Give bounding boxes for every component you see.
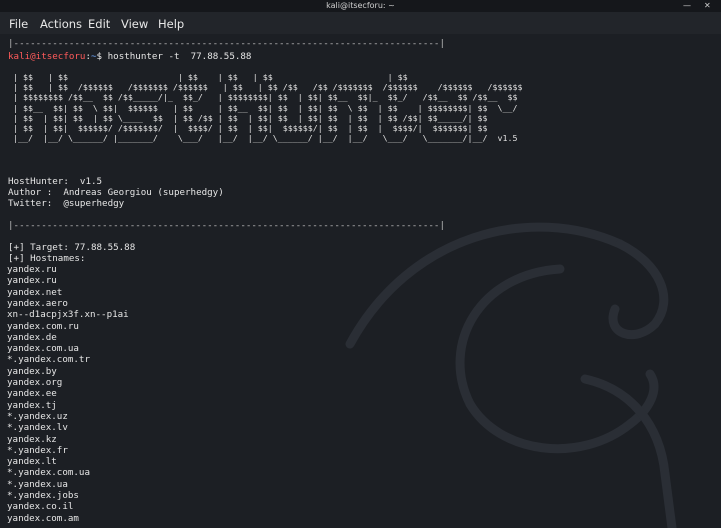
hostname-row: yandex.lt [7, 456, 57, 468]
hostname-row: yandex.tj [7, 399, 57, 411]
menu-edit[interactable]: Edit [88, 17, 110, 31]
terminal-output[interactable]: |---------------------------------------… [0, 34, 721, 528]
hostname-row: yandex.aero [7, 297, 68, 309]
menu-bar: File Actions Edit View Help [0, 12, 721, 34]
ascii-banner-logo: | $$ | $$ | $$ | $$ | $$ | $$ | $$ | $$ … [12, 72, 523, 144]
hostname-row: *.yandex.ua [7, 478, 68, 490]
menu-actions[interactable]: Actions [40, 17, 82, 31]
window-titlebar: kali@itsecforu: ~ — ✕ [0, 0, 721, 12]
hostname-row: *.yandex.com.ua [7, 467, 90, 479]
menu-view[interactable]: View [121, 17, 148, 31]
hostname-row: yandex.net [7, 286, 63, 298]
hostname-row: xn--d1acpjx3f.xn--p1ai [7, 309, 129, 321]
hostname-row: *.yandex.fr [7, 444, 68, 456]
hostname-row: yandex.de [7, 331, 57, 343]
command-text: hosthunter -t 77.88.55.88 [107, 51, 252, 62]
hostname-row: yandex.com.ru [7, 320, 79, 332]
info-version: HostHunter: v1.5 [8, 176, 103, 187]
window-title: kali@itsecforu: ~ [326, 1, 395, 10]
prompt-symbol: $ [96, 51, 103, 62]
info-author: Author : Andreas Georgiou (superhedgy) [8, 187, 224, 198]
hostname-row: yandex.org [7, 377, 63, 388]
hostname-row: yandex.com.am [7, 512, 79, 524]
hostname-row: *.yandex.com.tr [7, 354, 90, 366]
target-line: [+] Target: 77.88.55.88 [8, 242, 136, 253]
info-twitter: Twitter: @superhedgy [8, 198, 125, 209]
hostname-row: yandex.ru [7, 264, 57, 275]
banner-version: v1.5 [497, 133, 518, 144]
hostnames-header: [+] Hostnames: [8, 253, 86, 264]
hostname-row: yandex.com.ua [7, 343, 79, 355]
menu-help[interactable]: Help [158, 17, 184, 31]
divider-line: |---------------------------------------… [8, 38, 445, 49]
hostname-row: yandex.by [7, 365, 57, 377]
hostname-row: *.yandex.jobs [7, 490, 79, 501]
divider-line: |---------------------------------------… [8, 220, 445, 231]
menu-file[interactable]: File [9, 17, 28, 31]
close-icon[interactable]: ✕ [704, 1, 711, 10]
command-prompt-line: kali@itsecforu:~$ hosthunter -t 77.88.55… [8, 51, 251, 62]
hostname-row: yandex.ru [7, 275, 57, 287]
prompt-user: kali@itsecforu [8, 51, 86, 62]
hostname-row: *.yandex.uz [7, 410, 68, 422]
hostname-row: *.yandex.lv [7, 422, 68, 434]
hostname-row: yandex.co.il [7, 501, 74, 513]
minimize-icon[interactable]: — [683, 1, 691, 10]
hostname-row: yandex.kz [7, 433, 57, 445]
hostname-row: yandex.ee [7, 388, 57, 400]
